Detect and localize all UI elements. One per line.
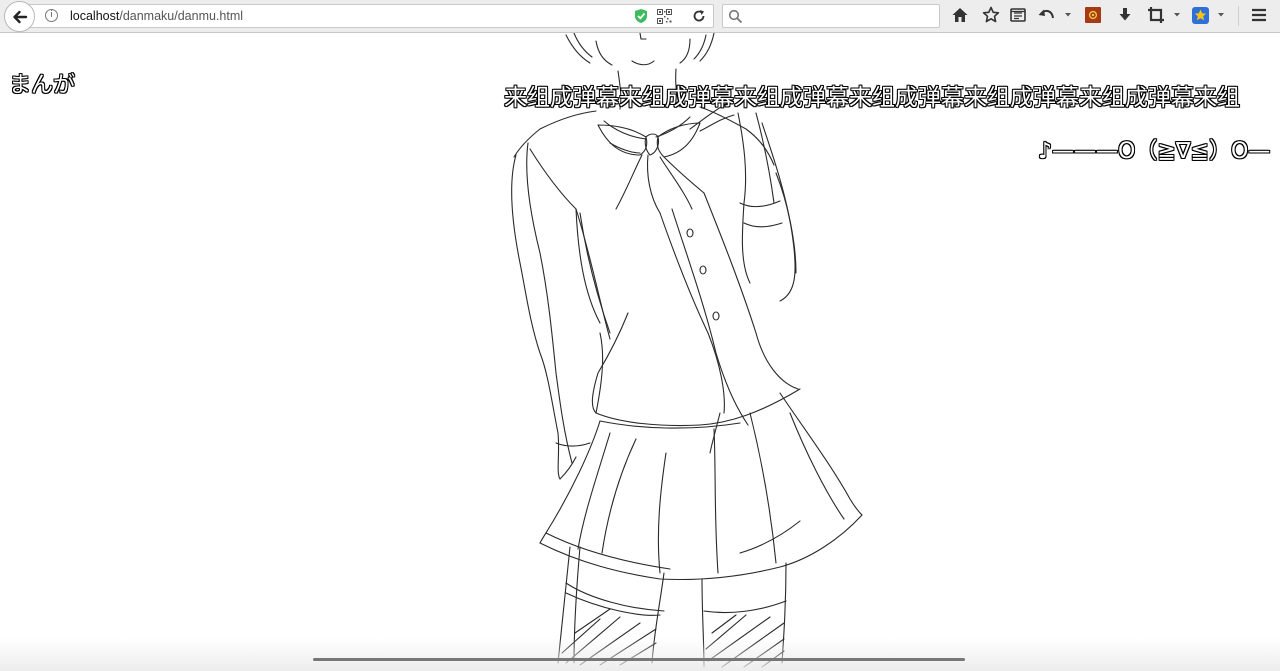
- url-host: localhost: [70, 9, 120, 23]
- url-text[interactable]: localhost/danmaku/danmu.html: [70, 9, 243, 23]
- back-arrow-icon: [12, 10, 27, 23]
- star-icon[interactable]: [982, 6, 1000, 24]
- bottom-shade: [0, 638, 1280, 671]
- page-viewport: まんが 来组成弹幕来组成弹幕来组成弹幕来组成弹幕来组成弹幕来组成弹幕来组 ♪——…: [0, 33, 1280, 671]
- danmu-comment: ♪———O（≧∇≦）O—: [1038, 139, 1271, 164]
- reader-view-icon[interactable]: [1009, 6, 1027, 24]
- qr-code-icon[interactable]: [657, 9, 672, 24]
- chevron-down-icon[interactable]: [1064, 6, 1072, 24]
- danmu-comment: まんが: [9, 73, 76, 98]
- home-icon[interactable]: [951, 6, 969, 24]
- danmu-comment: 来组成弹幕来组成弹幕来组成弹幕来组成弹幕来组成弹幕来组成弹幕来组: [504, 85, 1240, 111]
- info-icon[interactable]: i: [45, 9, 58, 22]
- undo-arrow-icon[interactable]: [1037, 6, 1057, 24]
- addon-icon[interactable]: [1085, 7, 1101, 23]
- search-bar[interactable]: [722, 4, 940, 28]
- crop-icon[interactable]: [1147, 6, 1165, 24]
- reload-icon[interactable]: [691, 8, 707, 24]
- shield-icon[interactable]: [634, 8, 648, 24]
- sketch-illustration: [511, 33, 863, 668]
- search-icon: [728, 9, 743, 24]
- hamburger-menu-icon[interactable]: [1250, 6, 1268, 24]
- address-bar[interactable]: i localhost/danmaku/danmu.html: [26, 4, 714, 28]
- chevron-down-icon[interactable]: [1217, 6, 1225, 24]
- back-button[interactable]: [4, 1, 35, 32]
- url-path: /danmaku/danmu.html: [119, 9, 244, 23]
- browser-toolbar: i localhost/danmaku/danmu.html: [0, 0, 1280, 33]
- favorites-icon[interactable]: [1192, 7, 1209, 24]
- horizontal-scrollbar[interactable]: [313, 658, 965, 661]
- toolbar-divider: [1238, 6, 1239, 26]
- chevron-down-icon[interactable]: [1173, 6, 1181, 24]
- download-icon[interactable]: [1116, 6, 1134, 24]
